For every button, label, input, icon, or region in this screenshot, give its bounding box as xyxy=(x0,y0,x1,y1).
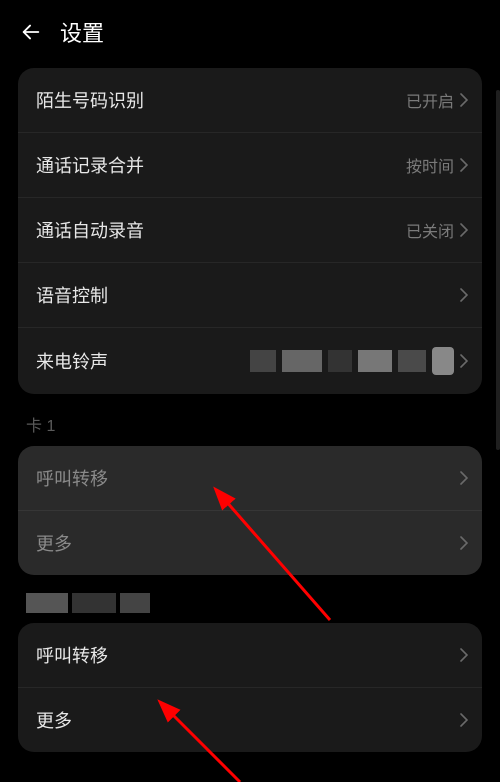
row-right xyxy=(460,536,468,550)
row-right xyxy=(460,471,468,485)
chevron-right-icon xyxy=(460,648,468,662)
row-call-forward-1[interactable]: 呼叫转移 xyxy=(18,446,482,511)
row-label: 呼叫转移 xyxy=(36,642,108,668)
ringtone-value-redacted xyxy=(250,347,454,375)
chevron-right-icon xyxy=(460,158,468,172)
settings-group-sim1: 呼叫转移 更多 xyxy=(18,446,482,575)
row-call-forward-2[interactable]: 呼叫转移 xyxy=(18,623,482,688)
row-right: 按时间 xyxy=(406,153,468,177)
row-label: 陌生号码识别 xyxy=(36,87,144,113)
row-call-log-merge[interactable]: 通话记录合并 按时间 xyxy=(18,133,482,198)
row-right xyxy=(460,648,468,662)
row-label: 通话自动录音 xyxy=(36,217,144,243)
page-title: 设置 xyxy=(60,16,104,48)
content: 陌生号码识别 已开启 通话记录合并 按时间 通话自动录音 已关闭 xyxy=(0,60,500,752)
chevron-right-icon xyxy=(460,536,468,550)
row-label: 语音控制 xyxy=(36,282,108,308)
back-icon[interactable] xyxy=(20,21,42,43)
chevron-right-icon xyxy=(460,223,468,237)
row-voice-control[interactable]: 语音控制 xyxy=(18,263,482,328)
chevron-right-icon xyxy=(460,354,468,368)
row-label: 通话记录合并 xyxy=(36,152,144,178)
row-right xyxy=(250,347,468,375)
row-right: 已关闭 xyxy=(406,218,468,242)
row-value: 已开启 xyxy=(406,88,454,112)
section-sim1-label: 卡 1 xyxy=(18,412,482,446)
chevron-right-icon xyxy=(460,288,468,302)
row-label: 更多 xyxy=(36,530,72,556)
chevron-right-icon xyxy=(460,713,468,727)
header: 设置 xyxy=(0,0,500,60)
row-label: 更多 xyxy=(36,707,72,733)
row-value: 已关闭 xyxy=(406,218,454,242)
row-right xyxy=(460,288,468,302)
settings-group-sim2: 呼叫转移 更多 xyxy=(18,623,482,752)
row-more-2[interactable]: 更多 xyxy=(18,688,482,752)
row-auto-record[interactable]: 通话自动录音 已关闭 xyxy=(18,198,482,263)
row-unknown-number-id[interactable]: 陌生号码识别 已开启 xyxy=(18,68,482,133)
settings-group-general: 陌生号码识别 已开启 通话记录合并 按时间 通话自动录音 已关闭 xyxy=(18,68,482,394)
row-label: 呼叫转移 xyxy=(36,465,108,491)
row-right: 已开启 xyxy=(406,88,468,112)
row-label: 来电铃声 xyxy=(36,348,108,374)
section-sim2-label-redacted xyxy=(18,593,482,623)
row-more-1[interactable]: 更多 xyxy=(18,511,482,575)
chevron-right-icon xyxy=(460,471,468,485)
row-ringtone[interactable]: 来电铃声 xyxy=(18,328,482,394)
row-value: 按时间 xyxy=(406,153,454,177)
chevron-right-icon xyxy=(460,93,468,107)
scrollbar-hint xyxy=(496,90,500,450)
row-right xyxy=(460,713,468,727)
